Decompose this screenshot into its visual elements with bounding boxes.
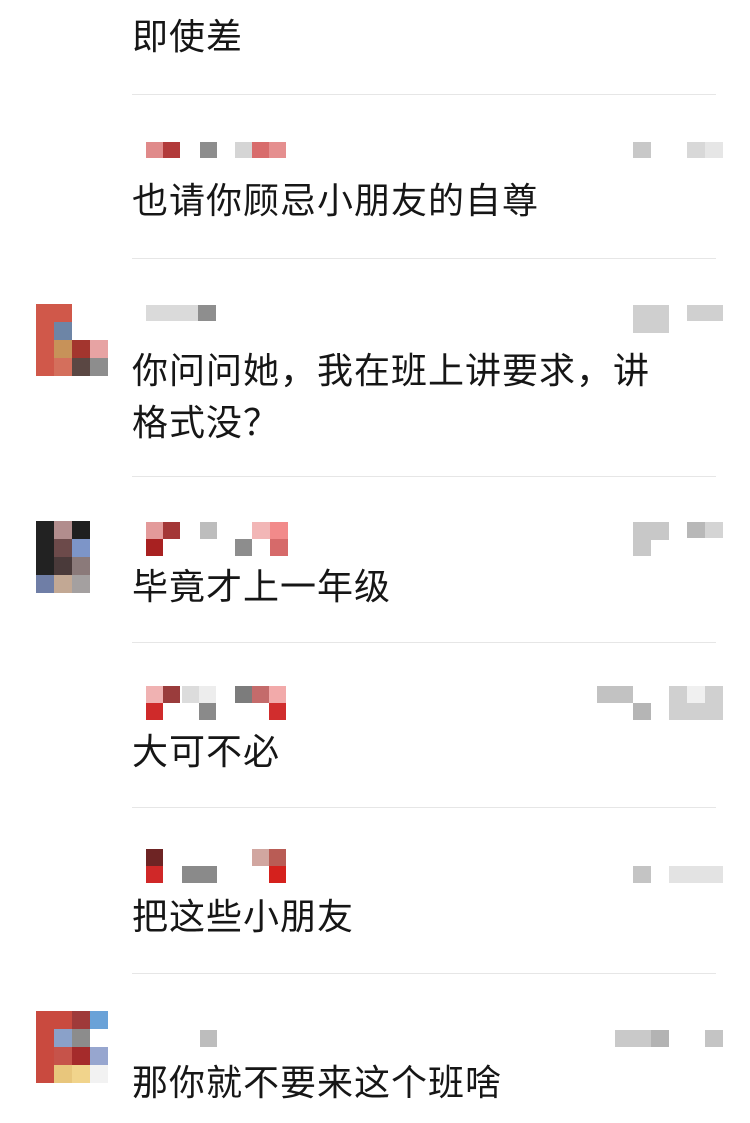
message-text: 那你就不要来这个班啥 bbox=[132, 1063, 503, 1104]
message-text: 即使差 bbox=[132, 17, 244, 58]
message-text: 也请你顾忌小朋友的自尊 bbox=[132, 181, 540, 222]
divider bbox=[132, 258, 716, 259]
divider bbox=[132, 94, 716, 95]
message-text: 把这些小朋友 bbox=[132, 897, 355, 938]
message-text: 你问问她，我在班上讲要求，讲 格式没？ bbox=[132, 351, 651, 444]
divider bbox=[132, 973, 716, 974]
avatar[interactable] bbox=[36, 1011, 108, 1083]
avatar[interactable] bbox=[36, 521, 108, 593]
divider bbox=[132, 807, 716, 808]
message-text: 毕竟才上一年级 bbox=[132, 567, 392, 608]
divider bbox=[132, 642, 716, 643]
divider bbox=[132, 476, 716, 477]
avatar[interactable] bbox=[36, 304, 108, 376]
message-text: 大可不必 bbox=[132, 732, 281, 773]
